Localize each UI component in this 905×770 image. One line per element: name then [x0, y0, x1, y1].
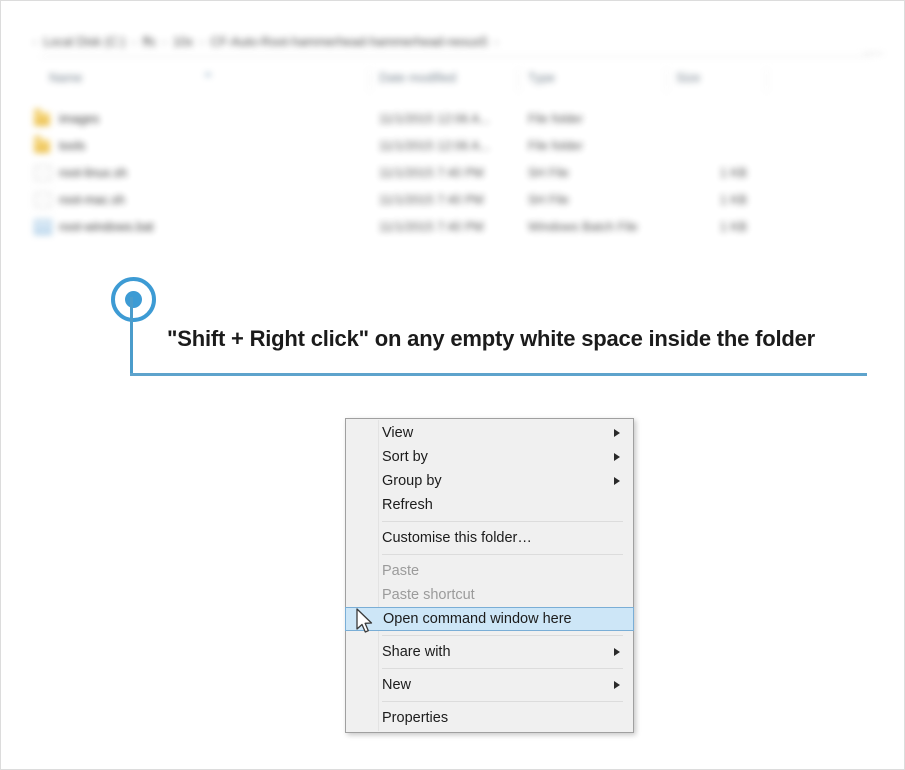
file-name: tools: [59, 138, 86, 153]
column-divider-4[interactable]: [766, 69, 767, 91]
file-name: root-linux.sh: [59, 165, 128, 180]
context-menu-item[interactable]: Sort by: [346, 445, 633, 469]
context-menu-item[interactable]: Share with: [346, 640, 633, 664]
file-row[interactable]: root-mac.sh 11/1/2015 7:40 PM SH File 1 KB: [1, 186, 904, 213]
file-date-modified: 11/1/2015 7:40 PM: [379, 219, 484, 234]
breadcrumb-trailing-chevron-icon: ›: [494, 36, 499, 48]
context-menu-item-label: Open command window here: [383, 611, 572, 627]
context-menu-item[interactable]: Customise this folder…: [346, 526, 633, 550]
file-size: 1 KB: [719, 192, 747, 207]
context-menu-separator: [382, 668, 623, 669]
context-menu-item-label: Share with: [382, 644, 451, 660]
batch-file-icon: [34, 218, 52, 235]
screenshot-page: › Local Disk (C:) › ffs › 10x › CF-Auto-…: [0, 0, 905, 770]
file-name: root-windows.bat: [59, 219, 154, 234]
context-menu-item-label: View: [382, 425, 414, 441]
submenu-chevron-right-icon: [614, 453, 620, 461]
file-type: Windows Batch File: [528, 219, 638, 234]
context-menu-item-label: Properties: [382, 710, 449, 726]
context-menu[interactable]: View Sort by Group by Refresh Customise this…: [345, 418, 634, 733]
context-menu-item-list: View Sort by Group by Refresh Customise this…: [345, 421, 634, 730]
file-size: 1 KB: [719, 219, 747, 234]
breadcrumb-crumb-2[interactable]: 10x: [173, 35, 193, 49]
folder-icon: [34, 135, 50, 153]
context-menu-item[interactable]: View: [346, 421, 633, 445]
file-type: SH File: [528, 192, 569, 207]
callout-marker: [111, 277, 156, 322]
context-menu-item-label: Group by: [382, 473, 442, 489]
context-menu-item-label: Refresh: [382, 497, 433, 513]
file-list: images 11/1/2015 12:06 A... File folder too…: [1, 105, 904, 240]
context-menu-item[interactable]: Group by: [346, 469, 633, 493]
file-type: SH File: [528, 165, 569, 180]
file-size: 1 KB: [719, 165, 747, 180]
context-menu-item: Paste shortcut: [346, 583, 633, 607]
file-icon: [34, 191, 52, 208]
submenu-chevron-right-icon: [614, 429, 620, 437]
file-name: root-mac.sh: [59, 192, 125, 207]
column-header-date-modified[interactable]: Date modified: [379, 71, 456, 85]
file-row[interactable]: images 11/1/2015 12:06 A... File folder: [1, 105, 904, 132]
context-menu-item: Paste: [346, 559, 633, 583]
column-divider-2[interactable]: [518, 69, 519, 91]
context-menu-item[interactable]: Open command window here: [345, 607, 634, 631]
file-row[interactable]: root-windows.bat 11/1/2015 7:40 PM Windows…: [1, 213, 904, 240]
submenu-chevron-right-icon: [614, 477, 620, 485]
context-menu-item[interactable]: Properties: [346, 706, 633, 730]
context-menu-separator: [382, 701, 623, 702]
file-date-modified: 11/1/2015 7:40 PM: [379, 165, 484, 180]
breadcrumb-crumb-0[interactable]: Local Disk (C:): [43, 35, 125, 49]
column-header-row: Name Date modified Type Size: [1, 69, 904, 97]
context-menu-item-label: Paste: [382, 563, 420, 579]
address-bar-divider-right: [863, 53, 883, 54]
context-menu-item[interactable]: Refresh: [346, 493, 633, 517]
breadcrumb-crumb-1[interactable]: ffs: [143, 35, 156, 49]
context-menu-item-label: New: [382, 677, 412, 693]
column-divider-3[interactable]: [666, 69, 667, 91]
context-menu-item-label: Sort by: [382, 449, 428, 465]
file-row[interactable]: tools 11/1/2015 12:06 A... File folder: [1, 132, 904, 159]
callout-instruction-text: "Shift + Right click" on any empty white…: [167, 326, 816, 351]
address-bar-divider: [41, 56, 871, 57]
column-header-name[interactable]: Name: [49, 71, 82, 85]
breadcrumb[interactable]: › Local Disk (C:) › ffs › 10x › CF-Auto-…: [33, 31, 498, 53]
file-row[interactable]: root-linux.sh 11/1/2015 7:40 PM SH File 1 K…: [1, 159, 904, 186]
sort-ascending-icon: [204, 72, 212, 76]
breadcrumb-crumb-3[interactable]: CF-Auto-Root-hammerhead-hammerhead-nexus…: [210, 35, 487, 49]
file-type: File folder: [528, 111, 583, 126]
submenu-chevron-right-icon: [614, 648, 620, 656]
file-type: File folder: [528, 138, 583, 153]
breadcrumb-chevron-icon-1: ›: [162, 36, 166, 48]
file-date-modified: 11/1/2015 7:40 PM: [379, 192, 484, 207]
column-header-type[interactable]: Type: [528, 71, 555, 85]
column-divider-1[interactable]: [369, 69, 370, 91]
context-menu-item-label: Customise this folder…: [382, 530, 532, 546]
file-date-modified: 11/1/2015 12:06 A...: [379, 138, 490, 153]
context-menu-separator: [382, 554, 623, 555]
context-menu-separator: [382, 635, 623, 636]
file-date-modified: 11/1/2015 12:06 A...: [379, 111, 490, 126]
callout-stem-line: [130, 297, 133, 375]
breadcrumb-chevron-icon-0: ›: [132, 36, 136, 48]
file-icon: [34, 164, 52, 181]
callout-dot-icon: [125, 291, 142, 308]
context-menu-item[interactable]: New: [346, 673, 633, 697]
column-header-size[interactable]: Size: [676, 71, 700, 85]
callout-underline: [130, 373, 867, 376]
context-menu-item-label: Paste shortcut: [382, 587, 475, 603]
file-name: images: [59, 111, 100, 126]
breadcrumb-leading-chevron-icon: ›: [33, 36, 37, 48]
context-menu-separator: [382, 521, 623, 522]
folder-icon: [34, 108, 50, 126]
submenu-chevron-right-icon: [614, 681, 620, 689]
explorer-window: › Local Disk (C:) › ffs › 10x › CF-Auto-…: [1, 1, 904, 251]
breadcrumb-chevron-icon-2: ›: [200, 36, 204, 48]
